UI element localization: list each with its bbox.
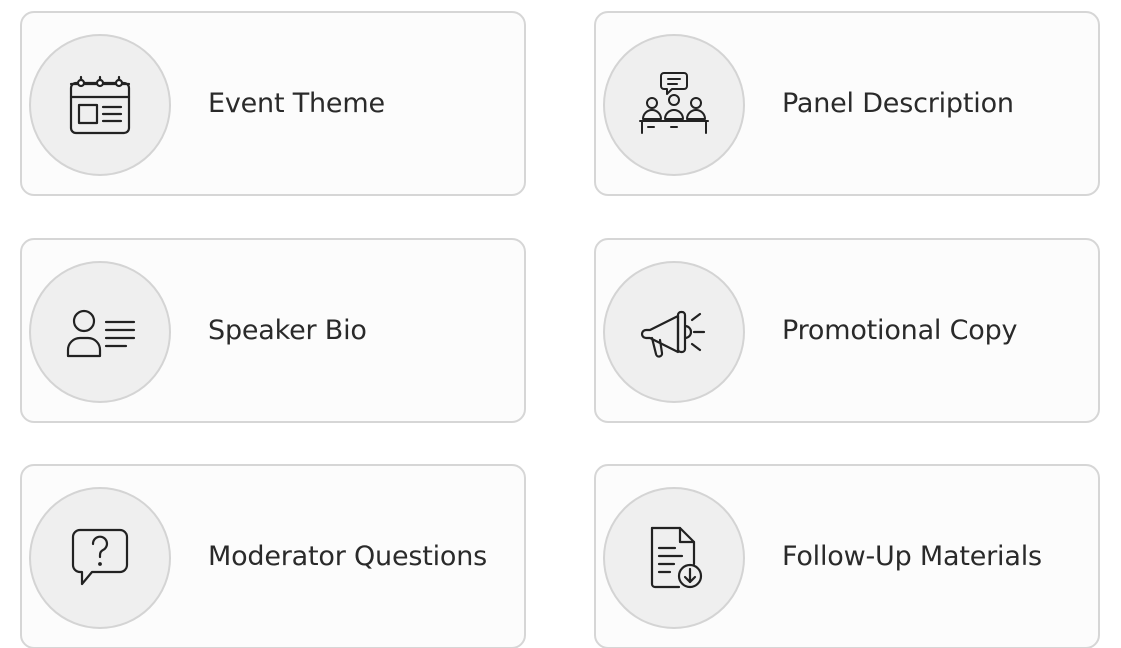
megaphone-icon — [640, 310, 706, 358]
content-type-grid: Event Theme Panel Description Speaker Bi… — [0, 0, 1121, 648]
card-follow-up-materials[interactable]: Follow-Up Materials — [594, 464, 1100, 648]
card-label: Moderator Questions — [208, 541, 488, 572]
icon-circle — [29, 261, 171, 403]
card-label: Speaker Bio — [208, 315, 367, 346]
panel-discussion-icon — [639, 72, 709, 134]
card-promotional-copy[interactable]: Promotional Copy — [594, 238, 1100, 423]
card-label: Panel Description — [782, 88, 1014, 119]
question-bubble-icon — [71, 528, 129, 586]
icon-circle — [603, 487, 745, 629]
card-moderator-questions[interactable]: Moderator Questions — [20, 464, 526, 648]
card-label: Event Theme — [208, 88, 385, 119]
calendar-icon — [69, 75, 131, 135]
icon-circle — [603, 34, 745, 176]
icon-circle — [29, 34, 171, 176]
card-label: Follow-Up Materials — [782, 541, 1042, 572]
card-event-theme[interactable]: Event Theme — [20, 11, 526, 196]
card-speaker-bio[interactable]: Speaker Bio — [20, 238, 526, 423]
card-panel-description[interactable]: Panel Description — [594, 11, 1100, 196]
card-label: Promotional Copy — [782, 315, 1018, 346]
document-download-icon — [650, 526, 703, 589]
icon-circle — [603, 261, 745, 403]
speaker-profile-icon — [66, 309, 136, 358]
icon-circle — [29, 487, 171, 629]
